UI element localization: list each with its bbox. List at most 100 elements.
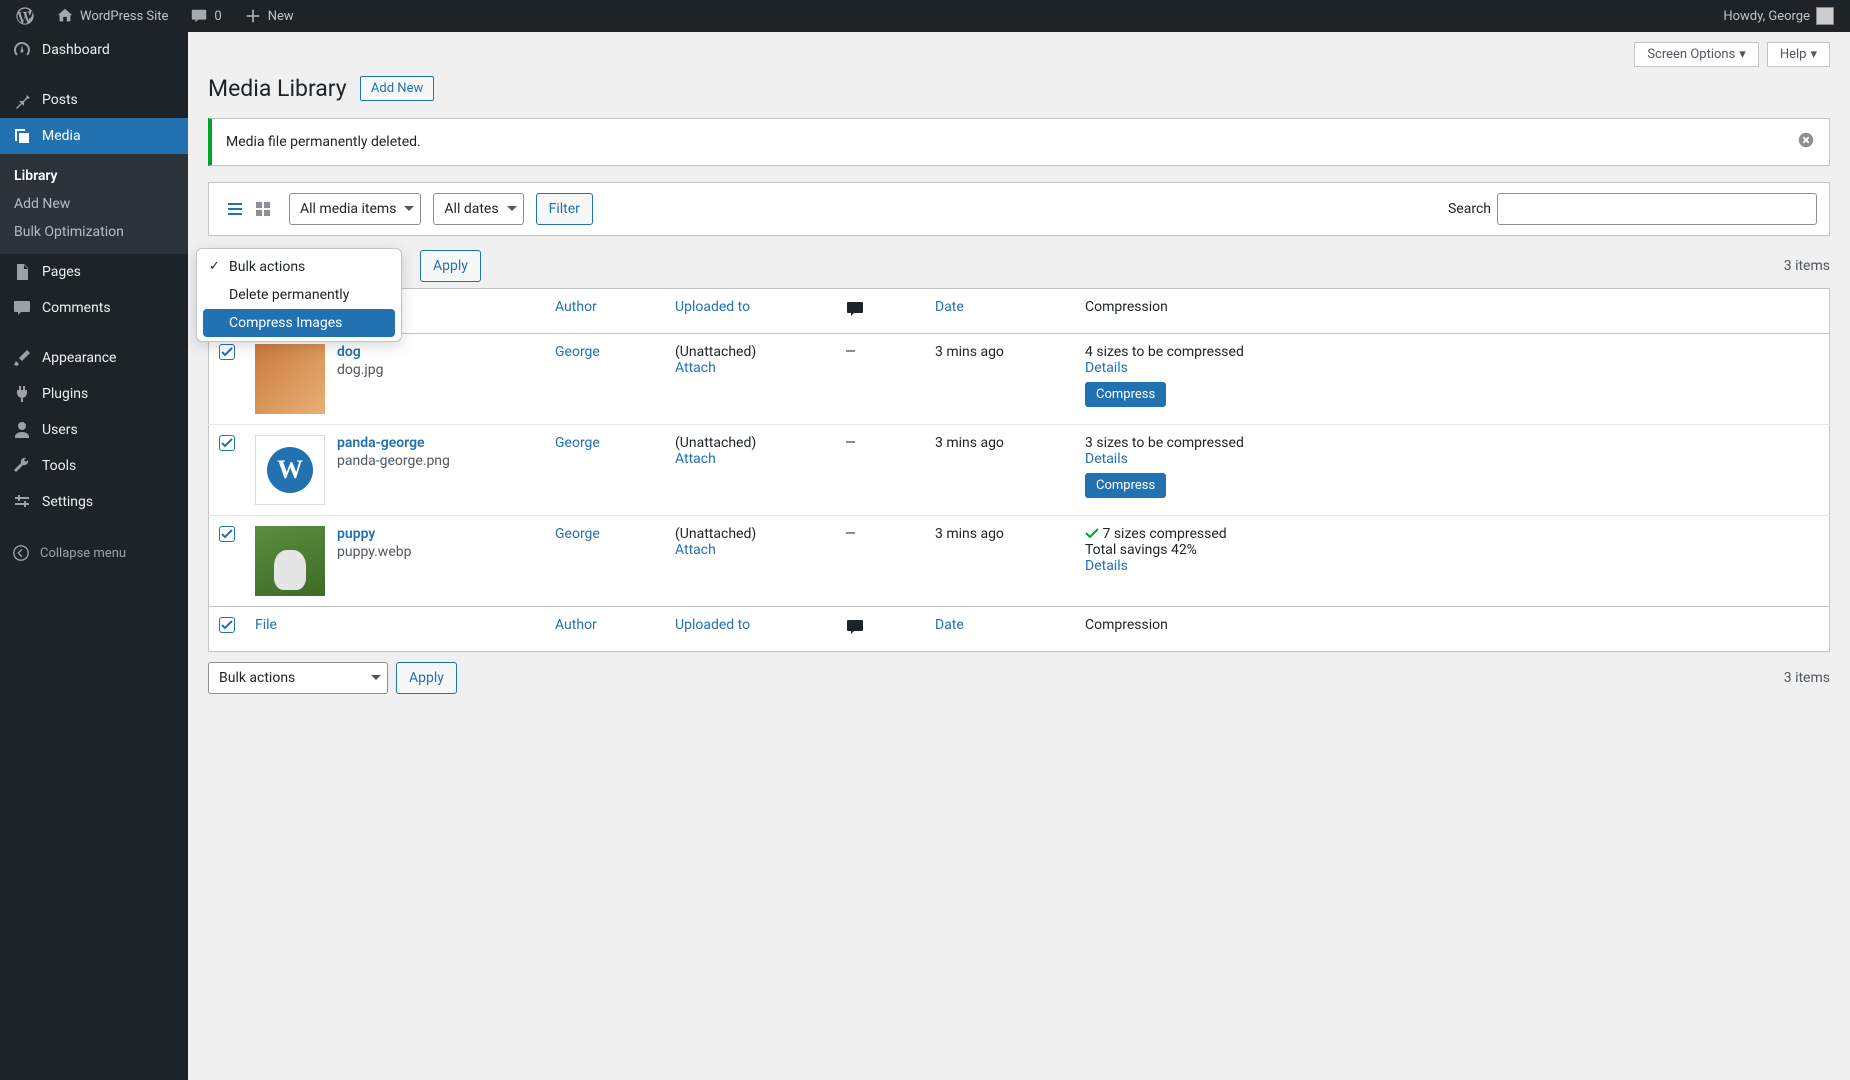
table-row: puppy puppy.webp George (Unattached)Atta… <box>209 516 1830 607</box>
screen-options-toggle[interactable]: Screen Options ▾ <box>1634 42 1759 67</box>
new-content-link[interactable]: New <box>236 0 302 32</box>
bulk-option-compress[interactable]: Compress Images <box>203 309 395 337</box>
tablenav-bottom: Bulk actions Apply 3 items <box>208 662 1830 694</box>
sidebar-item-comments[interactable]: Comments <box>0 290 188 326</box>
comment-icon <box>190 7 208 25</box>
brush-icon <box>12 348 32 368</box>
media-filename: panda-george.png <box>337 453 450 469</box>
tablenav-top: Bulk actions Delete permanently Compress… <box>208 250 1830 282</box>
media-title-link[interactable]: dog <box>337 344 361 360</box>
attachment-status: (Unattached) <box>675 435 756 451</box>
chevron-left-circle-icon <box>12 544 30 562</box>
table-row: dog dog.jpg George (Unattached)Attach — … <box>209 334 1830 425</box>
compress-button[interactable]: Compress <box>1085 473 1166 498</box>
sidebar-item-users[interactable]: Users <box>0 412 188 448</box>
sidebar-item-pages[interactable]: Pages <box>0 254 188 290</box>
page-title: Media Library <box>208 75 347 102</box>
media-table: Author Uploaded to Date Compression dog … <box>208 288 1830 652</box>
attach-link[interactable]: Attach <box>675 451 716 467</box>
details-link[interactable]: Details <box>1085 451 1128 467</box>
sidebar-item-appearance[interactable]: Appearance <box>0 340 188 376</box>
view-grid-button[interactable] <box>249 195 277 223</box>
media-title-link[interactable]: panda-george <box>337 435 425 451</box>
user-account-menu[interactable]: Howdy, George <box>1715 0 1842 32</box>
apply-bulk-button-bottom[interactable]: Apply <box>396 662 457 694</box>
col-date[interactable]: Date <box>925 607 1075 652</box>
col-comments[interactable] <box>835 289 925 334</box>
date-cell: 3 mins ago <box>925 425 1075 516</box>
sidebar-item-dashboard[interactable]: Dashboard <box>0 32 188 68</box>
compress-button[interactable]: Compress <box>1085 382 1166 407</box>
dismiss-notice-button[interactable] <box>1797 131 1815 153</box>
comments-cell: — <box>835 516 925 607</box>
bulk-option-delete[interactable]: Delete permanently <box>197 281 401 309</box>
col-file[interactable]: File <box>245 607 545 652</box>
attach-link[interactable]: Attach <box>675 360 716 376</box>
media-icon <box>12 126 32 146</box>
sidebar-item-media[interactable]: Media <box>0 118 188 154</box>
collapse-menu[interactable]: Collapse menu <box>0 534 188 572</box>
row-checkbox[interactable] <box>219 526 235 542</box>
add-new-button[interactable]: Add New <box>360 76 434 101</box>
chevron-down-icon: ▾ <box>1739 47 1746 62</box>
media-title-link[interactable]: puppy <box>337 526 375 542</box>
comment-icon <box>845 299 865 319</box>
details-link[interactable]: Details <box>1085 360 1128 376</box>
help-toggle[interactable]: Help ▾ <box>1767 42 1830 67</box>
media-thumbnail[interactable]: W <box>255 435 325 505</box>
attachment-status: (Unattached) <box>675 344 756 360</box>
comments-link[interactable]: 0 <box>182 0 229 32</box>
apply-bulk-button[interactable]: Apply <box>420 250 481 282</box>
row-checkbox[interactable] <box>219 435 235 451</box>
bulk-actions-dropdown[interactable]: Bulk actions Delete permanently Compress… <box>196 248 402 342</box>
sidebar-subitem-add-new[interactable]: Add New <box>0 190 188 218</box>
col-compression: Compression <box>1075 289 1830 334</box>
bulk-actions-select-bottom[interactable]: Bulk actions <box>208 662 388 694</box>
sidebar-item-posts[interactable]: Posts <box>0 82 188 118</box>
site-home-link[interactable]: WordPress Site <box>48 0 176 32</box>
sidebar-item-tools[interactable]: Tools <box>0 448 188 484</box>
media-thumbnail[interactable] <box>255 344 325 414</box>
row-checkbox[interactable] <box>219 344 235 360</box>
wp-logo[interactable] <box>8 0 42 32</box>
wrench-icon <box>12 456 32 476</box>
check-icon <box>1085 526 1099 542</box>
search-label: Search <box>1448 201 1491 217</box>
chevron-down-icon <box>371 675 381 685</box>
details-link[interactable]: Details <box>1085 558 1128 574</box>
media-submenu: Library Add New Bulk Optimization <box>0 154 188 254</box>
search-input[interactable] <box>1497 193 1817 225</box>
sidebar-subitem-bulk-optimization[interactable]: Bulk Optimization <box>0 218 188 246</box>
date-filter[interactable]: All dates <box>433 193 523 225</box>
select-all-checkbox-bottom[interactable] <box>219 617 235 633</box>
sidebar-item-settings[interactable]: Settings <box>0 484 188 520</box>
sidebar-subitem-library[interactable]: Library <box>0 162 188 190</box>
admin-sidebar: Dashboard Posts Media Library Add New Bu… <box>0 32 188 1080</box>
col-uploaded-to[interactable]: Uploaded to <box>665 289 835 334</box>
plus-icon <box>244 7 262 25</box>
sidebar-item-plugins[interactable]: Plugins <box>0 376 188 412</box>
view-list-button[interactable] <box>221 195 249 223</box>
author-link[interactable]: George <box>555 526 600 542</box>
filter-button[interactable]: Filter <box>536 193 593 225</box>
bulk-option-bulk-actions[interactable]: Bulk actions <box>197 253 401 281</box>
attach-link[interactable]: Attach <box>675 542 716 558</box>
author-link[interactable]: George <box>555 435 600 451</box>
list-icon <box>225 199 245 219</box>
items-count: 3 items <box>1784 258 1830 274</box>
compression-status: 3 sizes to be compressed <box>1085 435 1244 451</box>
close-icon <box>1797 131 1815 149</box>
media-thumbnail[interactable] <box>255 526 325 596</box>
wordpress-icon <box>16 7 34 25</box>
author-link[interactable]: George <box>555 344 600 360</box>
col-author[interactable]: Author <box>545 607 665 652</box>
dashboard-icon <box>12 40 32 60</box>
table-row: W panda-george panda-george.png George (… <box>209 425 1830 516</box>
media-type-filter[interactable]: All media items <box>289 193 421 225</box>
col-author[interactable]: Author <box>545 289 665 334</box>
attachment-status: (Unattached) <box>675 526 756 542</box>
col-comments[interactable] <box>835 607 925 652</box>
col-uploaded-to[interactable]: Uploaded to <box>665 607 835 652</box>
col-date[interactable]: Date <box>925 289 1075 334</box>
compression-status: 7 sizes compressed <box>1102 526 1226 542</box>
